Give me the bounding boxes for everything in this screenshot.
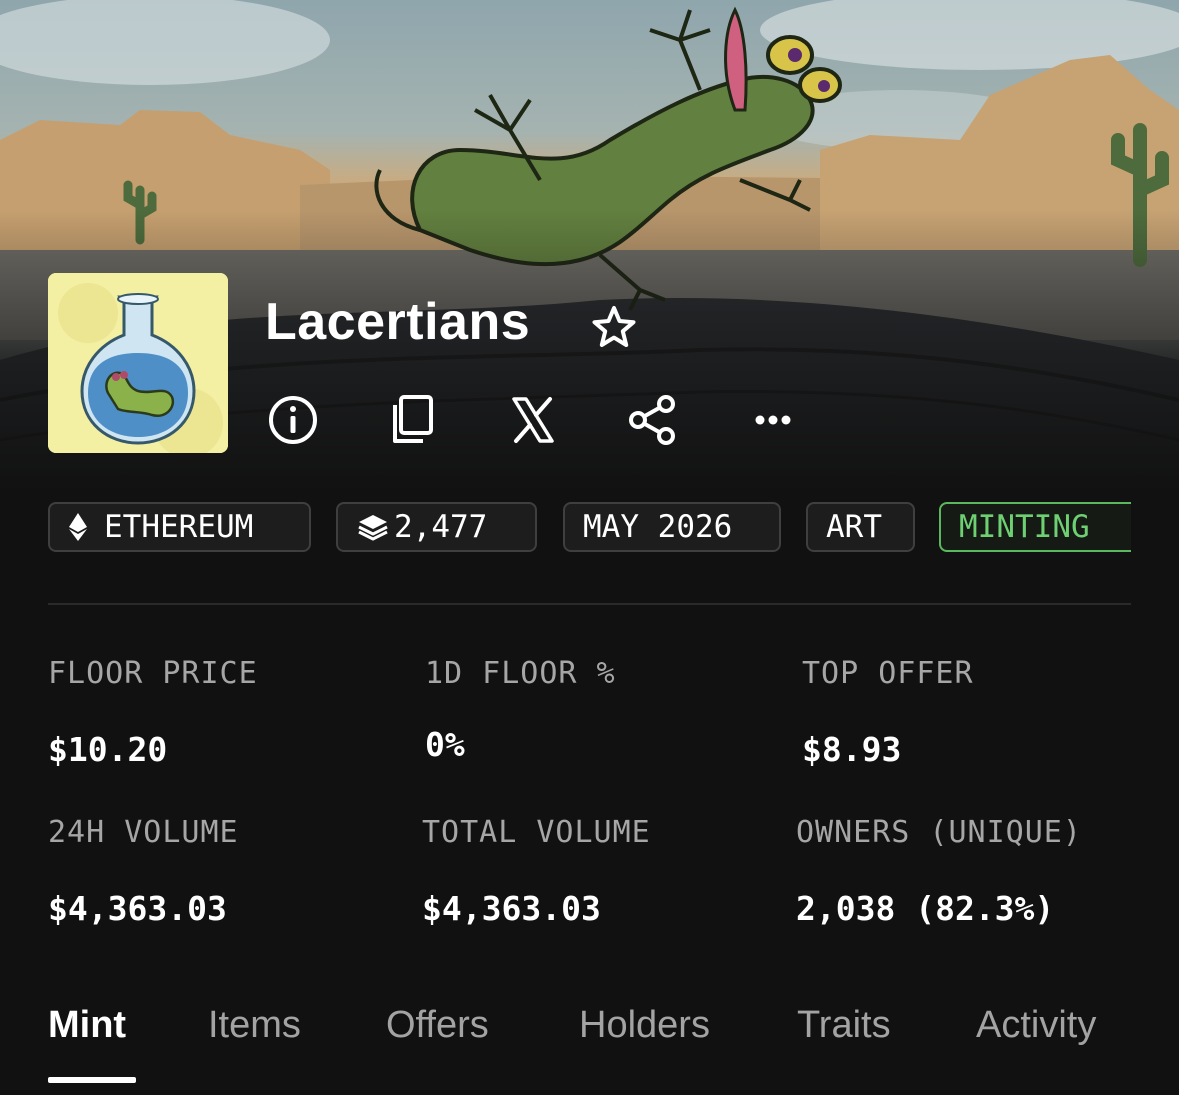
stat-value-24h-volume: $4,363.03 [48, 889, 227, 928]
tab-items[interactable]: Items [208, 1004, 301, 1047]
stat-label-owners: OWNERS (UNIQUE) [796, 815, 1082, 850]
layers-icon [358, 515, 388, 541]
category-chip[interactable]: ART [806, 502, 915, 552]
flask-lizard-logo [48, 273, 228, 453]
stat-label-24h-volume: 24H VOLUME [48, 815, 239, 850]
supply-chip[interactable]: 2,477 [336, 502, 537, 552]
stat-value-top-offer: $8.93 [802, 730, 902, 769]
x-twitter-icon[interactable] [506, 393, 560, 447]
section-divider [48, 603, 1131, 605]
chip-label: ETHEREUM [104, 509, 254, 545]
ethereum-icon [69, 513, 87, 541]
chip-label: ART [826, 509, 882, 545]
stat-label-floor-price: FLOOR PRICE [48, 656, 258, 691]
tab-mint[interactable]: Mint [48, 1004, 126, 1047]
info-icon[interactable] [266, 393, 320, 447]
tab-holders[interactable]: Holders [579, 1004, 710, 1047]
minting-status-chip[interactable]: MINTING [939, 502, 1131, 552]
collection-title: Lacertians [265, 293, 531, 351]
stat-value-owners: 2,038 (82.3%) [796, 889, 1055, 928]
chip-label: MAY 2026 [583, 509, 733, 545]
tab-traits[interactable]: Traits [797, 1004, 891, 1047]
more-options-icon[interactable] [746, 393, 800, 447]
stat-value-1d-floor: 0% [425, 725, 465, 764]
chip-label: MINTING [959, 509, 1090, 545]
stat-value-total-volume: $4,363.03 [422, 889, 601, 928]
copy-icon[interactable] [385, 393, 439, 447]
chip-label: 2,477 [394, 509, 488, 545]
active-tab-indicator [48, 1077, 136, 1083]
stat-value-floor-price: $10.20 [48, 730, 168, 769]
collection-avatar [48, 273, 228, 453]
stat-label-top-offer: TOP OFFER [802, 656, 974, 691]
favorite-star-icon[interactable] [588, 302, 640, 350]
tab-offers[interactable]: Offers [386, 1004, 489, 1047]
stat-label-total-volume: TOTAL VOLUME [422, 815, 651, 850]
date-chip[interactable]: MAY 2026 [563, 502, 781, 552]
chain-chip[interactable]: ETHEREUM [48, 502, 311, 552]
stat-label-1d-floor: 1D FLOOR % [425, 656, 616, 691]
share-icon[interactable] [626, 393, 680, 447]
tab-activity[interactable]: Activity [976, 1004, 1096, 1047]
